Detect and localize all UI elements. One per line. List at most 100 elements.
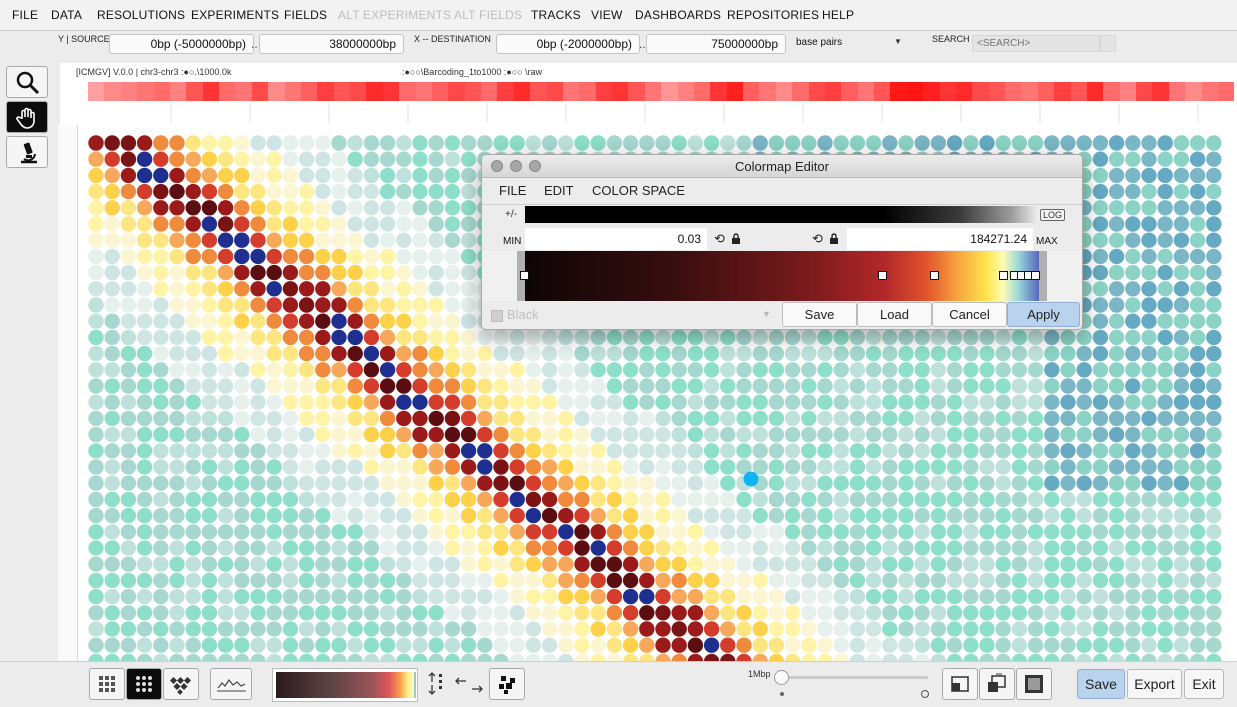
matrix-cell-dot[interactable] bbox=[946, 459, 963, 475]
matrix-cell-dot[interactable] bbox=[201, 313, 218, 329]
matrix-cell-dot[interactable] bbox=[1027, 329, 1044, 346]
matrix-cell-dot[interactable] bbox=[1125, 248, 1141, 265]
matrix-cell-dot[interactable] bbox=[1206, 410, 1222, 427]
matrix-cell-dot[interactable] bbox=[444, 605, 461, 621]
matrix-cell-dot[interactable] bbox=[558, 588, 574, 605]
matrix-cell-dot[interactable] bbox=[153, 378, 169, 394]
matrix-cell-dot[interactable] bbox=[1173, 556, 1190, 572]
matrix-cell-dot[interactable] bbox=[1076, 605, 1092, 621]
matrix-cell-dot[interactable] bbox=[558, 443, 574, 459]
matrix-cell-dot[interactable] bbox=[315, 621, 331, 637]
matrix-cell-dot[interactable] bbox=[282, 151, 299, 167]
matrix-cell-dot[interactable] bbox=[331, 426, 347, 443]
matrix-cell-dot[interactable] bbox=[250, 507, 266, 524]
matrix-cell-dot[interactable] bbox=[882, 443, 898, 459]
matrix-cell-dot[interactable] bbox=[493, 588, 509, 605]
matrix-cell-dot[interactable] bbox=[169, 588, 185, 605]
matrix-cell-dot[interactable] bbox=[979, 588, 995, 605]
matrix-cell-dot[interactable] bbox=[396, 313, 412, 329]
matrix-cell-dot[interactable] bbox=[639, 362, 655, 378]
matrix-cell-dot[interactable] bbox=[784, 345, 801, 362]
matrix-cell-dot[interactable] bbox=[153, 653, 169, 661]
matrix-cell-dot[interactable] bbox=[784, 410, 801, 427]
matrix-cell-dot[interactable] bbox=[703, 507, 720, 524]
matrix-cell-dot[interactable] bbox=[639, 135, 655, 151]
colormap-save-button[interactable]: Save bbox=[782, 302, 857, 327]
matrix-cell-dot[interactable] bbox=[1044, 443, 1060, 459]
matrix-cell-dot[interactable] bbox=[88, 151, 104, 167]
matrix-cell-dot[interactable] bbox=[315, 183, 331, 200]
matrix-cell-dot[interactable] bbox=[444, 151, 461, 167]
matrix-cell-dot[interactable] bbox=[104, 345, 120, 362]
matrix-cell-dot[interactable] bbox=[1027, 540, 1044, 556]
matrix-cell-dot[interactable] bbox=[1108, 232, 1125, 248]
cm-menu-file[interactable]: FILE bbox=[499, 183, 526, 198]
matrix-cell-dot[interactable] bbox=[298, 135, 315, 151]
matrix-cell-dot[interactable] bbox=[525, 378, 542, 394]
matrix-cell-dot[interactable] bbox=[396, 264, 412, 281]
matrix-cell-dot[interactable] bbox=[1189, 588, 1206, 605]
matrix-cell-dot[interactable] bbox=[865, 459, 882, 475]
matrix-cell-dot[interactable] bbox=[266, 459, 282, 475]
matrix-cell-dot[interactable] bbox=[687, 475, 704, 491]
matrix-cell-dot[interactable] bbox=[185, 329, 201, 346]
matrix-cell-dot[interactable] bbox=[1173, 378, 1190, 394]
matrix-cell-dot[interactable] bbox=[525, 135, 542, 151]
matrix-cell-dot[interactable] bbox=[1011, 394, 1028, 410]
matrix-cell-dot[interactable] bbox=[687, 588, 704, 605]
matrix-cell-dot[interactable] bbox=[574, 475, 590, 491]
matrix-cell-dot[interactable] bbox=[1189, 167, 1206, 184]
matrix-cell-dot[interactable] bbox=[347, 394, 363, 410]
matrix-cell-dot[interactable] bbox=[720, 426, 736, 443]
matrix-cell-dot[interactable] bbox=[347, 459, 363, 475]
matrix-cell-dot[interactable] bbox=[201, 345, 218, 362]
matrix-cell-dot[interactable] bbox=[136, 426, 153, 443]
matrix-cell-dot[interactable] bbox=[930, 362, 947, 378]
matrix-cell-dot[interactable] bbox=[1157, 556, 1173, 572]
matrix-cell-dot[interactable] bbox=[315, 378, 331, 394]
matrix-cell-dot[interactable] bbox=[88, 621, 104, 637]
matrix-cell-dot[interactable] bbox=[282, 605, 299, 621]
matrix-cell-dot[interactable] bbox=[234, 491, 250, 508]
matrix-cell-dot[interactable] bbox=[396, 200, 412, 216]
matrix-cell-dot[interactable] bbox=[444, 491, 461, 508]
matrix-cell-dot[interactable] bbox=[558, 572, 574, 589]
matrix-cell-dot[interactable] bbox=[460, 653, 477, 661]
matrix-cell-dot[interactable] bbox=[444, 653, 461, 661]
matrix-cell-dot[interactable] bbox=[153, 588, 169, 605]
matrix-cell-dot[interactable] bbox=[655, 621, 671, 637]
matrix-cell-dot[interactable] bbox=[136, 200, 153, 216]
matrix-cell-dot[interactable] bbox=[153, 297, 169, 313]
matrix-cell-dot[interactable] bbox=[250, 524, 266, 540]
matrix-cell-dot[interactable] bbox=[1206, 588, 1222, 605]
triangle-view-button[interactable] bbox=[163, 668, 199, 700]
matrix-cell-dot[interactable] bbox=[1173, 572, 1190, 589]
matrix-cell-dot[interactable] bbox=[153, 313, 169, 329]
matrix-cell-dot[interactable] bbox=[412, 491, 428, 508]
matrix-cell-dot[interactable] bbox=[347, 605, 363, 621]
matrix-cell-dot[interactable] bbox=[865, 556, 882, 572]
matrix-cell-dot[interactable] bbox=[1027, 345, 1044, 362]
matrix-cell-dot[interactable] bbox=[104, 167, 120, 184]
matrix-cell-dot[interactable] bbox=[833, 588, 849, 605]
matrix-cell-dot[interactable] bbox=[153, 572, 169, 589]
matrix-cell-dot[interactable] bbox=[412, 329, 428, 346]
matrix-cell-dot[interactable] bbox=[558, 329, 574, 346]
matrix-cell-dot[interactable] bbox=[136, 653, 153, 661]
matrix-cell-dot[interactable] bbox=[201, 410, 218, 427]
matrix-cell-dot[interactable] bbox=[379, 621, 396, 637]
matrix-cell-dot[interactable] bbox=[315, 426, 331, 443]
matrix-cell-dot[interactable] bbox=[298, 426, 315, 443]
matrix-cell-dot[interactable] bbox=[622, 410, 639, 427]
matrix-cell-dot[interactable] bbox=[1157, 637, 1173, 653]
matrix-cell-dot[interactable] bbox=[801, 378, 817, 394]
matrix-cell-dot[interactable] bbox=[801, 443, 817, 459]
matrix-cell-dot[interactable] bbox=[428, 378, 444, 394]
matrix-cell-dot[interactable] bbox=[768, 475, 785, 491]
matrix-cell-dot[interactable] bbox=[768, 345, 785, 362]
matrix-cell-dot[interactable] bbox=[153, 605, 169, 621]
matrix-cell-dot[interactable] bbox=[347, 443, 363, 459]
matrix-cell-dot[interactable] bbox=[120, 588, 137, 605]
matrix-cell-dot[interactable] bbox=[1076, 362, 1092, 378]
matrix-cell-dot[interactable] bbox=[428, 540, 444, 556]
